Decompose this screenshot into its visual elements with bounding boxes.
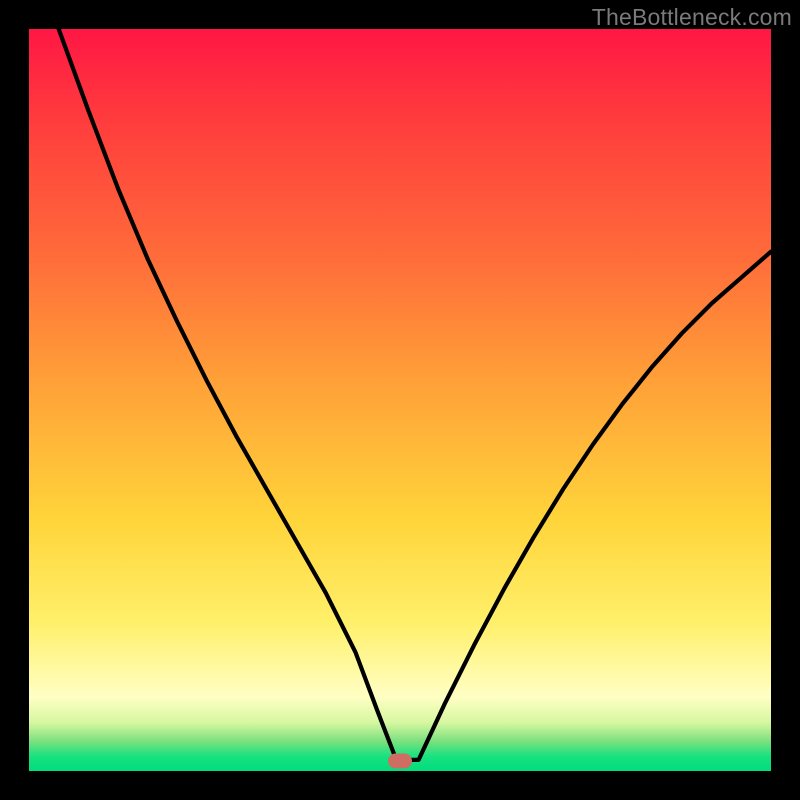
chart-frame: TheBottleneck.com [0,0,800,800]
gradient-plot-area [29,29,771,771]
bottleneck-curve [29,29,771,771]
optimal-point-marker [388,753,412,768]
watermark-text: TheBottleneck.com [592,4,792,31]
